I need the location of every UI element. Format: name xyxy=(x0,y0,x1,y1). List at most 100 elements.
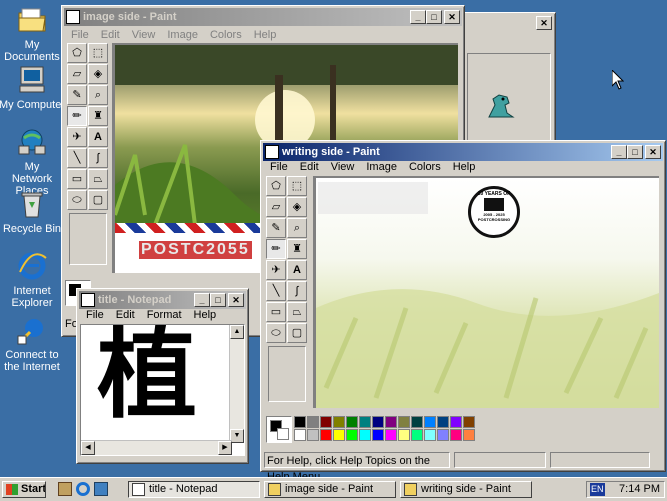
palette-color-swatch[interactable] xyxy=(346,429,358,441)
close-button[interactable]: ✕ xyxy=(228,293,244,307)
desktop-icon-my-documents[interactable]: My Documents xyxy=(0,4,68,63)
free-select-tool[interactable]: ⬠ xyxy=(67,43,87,63)
horizontal-scrollbar[interactable]: ◀ ▶ xyxy=(81,440,232,455)
palette-color-swatch[interactable] xyxy=(463,416,475,428)
menu-view[interactable]: View xyxy=(126,29,162,41)
curve-tool[interactable]: ∫ xyxy=(287,281,307,301)
eraser-tool[interactable]: ▱ xyxy=(266,197,286,217)
menu-file[interactable]: File xyxy=(80,309,110,321)
scroll-up-button[interactable]: ▲ xyxy=(230,325,244,339)
palette-color-swatch[interactable] xyxy=(294,429,306,441)
magnifier-tool[interactable]: ⌕ xyxy=(88,85,108,105)
ellipse-tool[interactable]: ⬭ xyxy=(67,190,87,210)
menu-edit[interactable]: Edit xyxy=(95,29,126,41)
palette-color-swatch[interactable] xyxy=(385,416,397,428)
menu-edit[interactable]: Edit xyxy=(110,309,141,321)
maximize-button[interactable]: □ xyxy=(426,10,442,24)
palette-color-swatch[interactable] xyxy=(398,429,410,441)
desktop-icon-connect-internet[interactable]: Connect to the Internet xyxy=(0,314,68,373)
rounded-rect-tool[interactable]: ▢ xyxy=(287,323,307,343)
fill-tool[interactable]: ◈ xyxy=(88,64,108,84)
text-tool[interactable]: A xyxy=(88,127,108,147)
menu-help[interactable]: Help xyxy=(447,161,482,173)
fill-tool[interactable]: ◈ xyxy=(287,197,307,217)
menu-colors[interactable]: Colors xyxy=(403,161,447,173)
magnifier-tool[interactable]: ⌕ xyxy=(287,218,307,238)
menu-help[interactable]: Help xyxy=(248,29,283,41)
clock[interactable]: 7:14 PM xyxy=(619,482,660,497)
polygon-tool[interactable]: ⏢ xyxy=(287,302,307,322)
palette-color-swatch[interactable] xyxy=(450,429,462,441)
close-button[interactable]: ✕ xyxy=(645,145,661,159)
menu-colors[interactable]: Colors xyxy=(204,29,248,41)
taskbar-button-notepad[interactable]: title - Notepad xyxy=(128,481,260,498)
minimize-button[interactable]: _ xyxy=(611,145,627,159)
window-titlebar[interactable]: image side - Paint xyxy=(64,8,462,26)
palette-color-swatch[interactable] xyxy=(424,416,436,428)
menu-image[interactable]: Image xyxy=(161,29,204,41)
paint-window-writing-side[interactable]: writing side - Paint _ □ ✕ File Edit Vie… xyxy=(260,140,666,483)
palette-color-swatch[interactable] xyxy=(411,429,423,441)
palette-color-swatch[interactable] xyxy=(294,416,306,428)
minimize-button[interactable]: _ xyxy=(410,10,426,24)
desktop-icon-internet-explorer[interactable]: Internet Explorer xyxy=(0,250,68,309)
palette-color-swatch[interactable] xyxy=(320,416,332,428)
start-button[interactable]: Start xyxy=(2,481,46,498)
polygon-tool[interactable]: ⏢ xyxy=(88,169,108,189)
menu-file[interactable]: File xyxy=(264,161,294,173)
scroll-right-button[interactable]: ▶ xyxy=(218,441,232,455)
close-button[interactable]: ✕ xyxy=(536,16,552,30)
desktop-icon-recycle-bin[interactable]: Recycle Bin xyxy=(0,188,68,235)
maximize-button[interactable]: □ xyxy=(210,293,226,307)
brush-tool[interactable]: ♜ xyxy=(88,106,108,126)
pencil-tool[interactable]: ✏ xyxy=(67,106,87,126)
palette-color-swatch[interactable] xyxy=(307,429,319,441)
line-tool[interactable]: ╲ xyxy=(266,281,286,301)
internet-explorer-icon[interactable] xyxy=(76,482,90,496)
airbrush-tool[interactable]: ✈ xyxy=(266,260,286,280)
palette-color-swatch[interactable] xyxy=(333,416,345,428)
menu-format[interactable]: Format xyxy=(141,309,188,321)
eraser-tool[interactable]: ▱ xyxy=(67,64,87,84)
palette-color-swatch[interactable] xyxy=(385,429,397,441)
language-indicator[interactable]: EN xyxy=(590,483,605,496)
menu-help[interactable]: Help xyxy=(188,309,223,321)
current-colors[interactable] xyxy=(266,416,292,443)
palette-color-swatch[interactable] xyxy=(437,429,449,441)
scroll-down-button[interactable]: ▼ xyxy=(230,429,244,443)
palette-color-swatch[interactable] xyxy=(437,416,449,428)
rectangle-tool[interactable]: ▭ xyxy=(67,169,87,189)
color-picker-tool[interactable]: ✎ xyxy=(266,218,286,238)
color-picker-tool[interactable]: ✎ xyxy=(67,85,87,105)
pencil-tool[interactable]: ✏ xyxy=(266,239,286,259)
scroll-left-button[interactable]: ◀ xyxy=(81,441,95,455)
palette-color-swatch[interactable] xyxy=(307,416,319,428)
brush-tool[interactable]: ♜ xyxy=(287,239,307,259)
rect-select-tool[interactable]: ⬚ xyxy=(287,176,307,196)
palette-color-swatch[interactable] xyxy=(398,416,410,428)
maximize-button[interactable]: □ xyxy=(627,145,643,159)
palette-color-swatch[interactable] xyxy=(372,429,384,441)
text-tool[interactable]: A xyxy=(287,260,307,280)
palette-color-swatch[interactable] xyxy=(424,429,436,441)
desktop-icon-my-computer[interactable]: My Computer xyxy=(0,64,68,111)
ellipse-tool[interactable]: ⬭ xyxy=(266,323,286,343)
palette-color-swatch[interactable] xyxy=(359,416,371,428)
tool-options[interactable] xyxy=(268,346,306,402)
palette-color-swatch[interactable] xyxy=(411,416,423,428)
palette-color-swatch[interactable] xyxy=(450,416,462,428)
line-tool[interactable]: ╲ xyxy=(67,148,87,168)
curve-tool[interactable]: ∫ xyxy=(88,148,108,168)
rectangle-tool[interactable]: ▭ xyxy=(266,302,286,322)
palette-color-swatch[interactable] xyxy=(359,429,371,441)
taskbar-button-writing-side[interactable]: writing side - Paint xyxy=(400,481,532,498)
tool-options[interactable] xyxy=(69,213,107,265)
vertical-scrollbar[interactable]: ▲ ▼ xyxy=(229,325,244,443)
palette-color-swatch[interactable] xyxy=(463,429,475,441)
palette-color-swatch[interactable] xyxy=(333,429,345,441)
free-select-tool[interactable]: ⬠ xyxy=(266,176,286,196)
show-desktop-icon[interactable] xyxy=(58,482,72,496)
desktop-icon-my-network-places[interactable]: My Network Places xyxy=(0,126,68,197)
menu-file[interactable]: File xyxy=(65,29,95,41)
palette-color-swatch[interactable] xyxy=(372,416,384,428)
